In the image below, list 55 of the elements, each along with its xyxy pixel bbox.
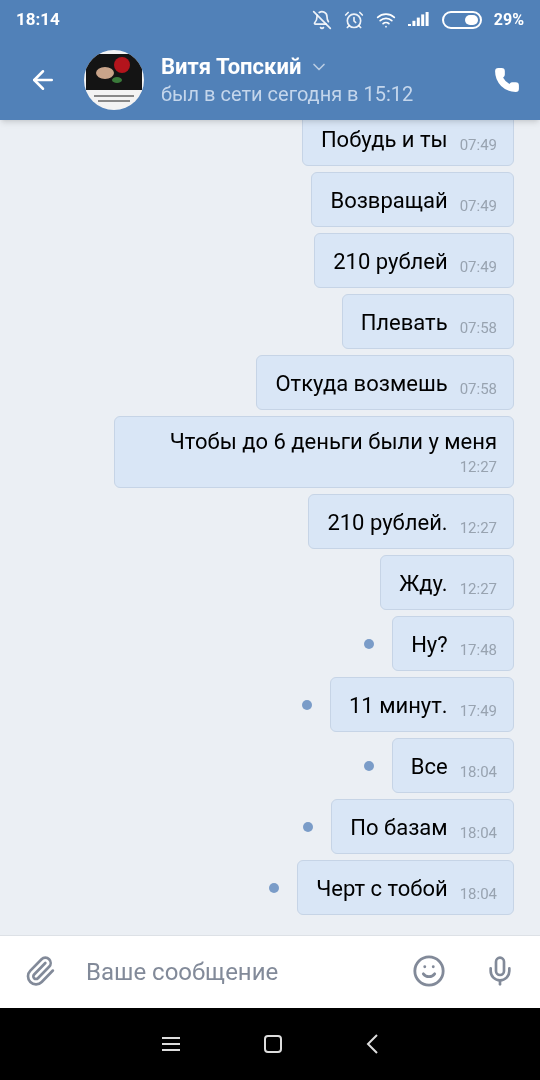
battery-percent: 29% xyxy=(493,9,524,31)
muted-bell-icon xyxy=(311,10,332,30)
message-text: По базам xyxy=(350,814,448,842)
message-time: 12:27 xyxy=(459,518,497,538)
back-icon[interactable] xyxy=(365,1034,379,1054)
message-time: 18:04 xyxy=(459,762,497,782)
message-time: 17:49 xyxy=(459,701,497,721)
message-time: 07:49 xyxy=(459,135,497,155)
message-bubble[interactable]: 11 минут. 17:49 xyxy=(329,677,514,732)
message-bubble[interactable]: Откуда возмешь 07:58 xyxy=(256,355,514,410)
message-bubble[interactable]: Возвращай 07:49 xyxy=(311,172,514,227)
message-bubble[interactable]: По базам 18:04 xyxy=(331,799,514,854)
message-bubble[interactable]: 210 рублей. 12:27 xyxy=(308,494,514,549)
message-bubble[interactable]: Черт с тобой 18:04 xyxy=(297,860,514,915)
attach-icon[interactable] xyxy=(24,955,56,987)
message-bubble[interactable]: Все 18:04 xyxy=(391,738,514,793)
message-text: Побудь и ты xyxy=(320,126,448,154)
message-time: 07:58 xyxy=(459,379,497,399)
message-bubble[interactable]: 210 рублей 07:49 xyxy=(314,233,514,288)
message-bubble[interactable]: Жду. 12:27 xyxy=(380,555,514,610)
message-time: 12:27 xyxy=(459,579,497,599)
message-text: Плевать xyxy=(360,309,448,337)
message-time: 07:49 xyxy=(459,257,497,277)
signal-icon xyxy=(407,12,430,28)
last-seen-status: был в сети сегодня в 15:12 xyxy=(161,82,414,108)
message-time: 12:27 xyxy=(459,457,497,477)
menu-icon[interactable] xyxy=(161,1036,181,1052)
message-text: 210 рублей. xyxy=(327,509,448,537)
message-bubble[interactable]: Ну? 17:48 xyxy=(392,616,514,671)
message-text: 210 рублей xyxy=(333,248,448,276)
home-icon[interactable] xyxy=(263,1034,283,1054)
message-time: 18:04 xyxy=(459,823,497,843)
message-text: Все xyxy=(410,753,448,781)
message-time: 07:58 xyxy=(459,318,497,338)
message-text: Чтобы до 6 деньги были у меня xyxy=(169,428,497,456)
message-text: 11 минут. xyxy=(348,692,448,720)
message-time: 17:48 xyxy=(459,640,497,660)
wifi-icon xyxy=(375,10,396,30)
call-button[interactable] xyxy=(494,67,520,93)
message-text: Ну? xyxy=(411,631,448,659)
message-text: Возвращай xyxy=(330,187,448,215)
message-bubble[interactable]: Плевать 07:58 xyxy=(341,294,514,349)
message-text: Жду. xyxy=(399,570,448,598)
message-input[interactable]: Ваше сообщение xyxy=(0,935,540,1008)
message-time: 07:49 xyxy=(459,196,497,216)
message-time: 18:04 xyxy=(459,884,497,904)
message-bubble[interactable]: Чтобы до 6 деньги были у меня 12:27 xyxy=(114,416,514,488)
message-text: Черт с тобой xyxy=(316,875,448,903)
message-bubble[interactable]: Побудь и ты 07:49 xyxy=(301,120,514,166)
message-text: Откуда возмешь xyxy=(275,370,448,398)
contact-name[interactable]: Витя Топский xyxy=(161,52,302,81)
status-time: 18:14 xyxy=(16,8,60,32)
emoji-icon[interactable] xyxy=(412,954,446,988)
alarm-icon xyxy=(343,10,364,30)
battery-icon xyxy=(441,11,482,29)
